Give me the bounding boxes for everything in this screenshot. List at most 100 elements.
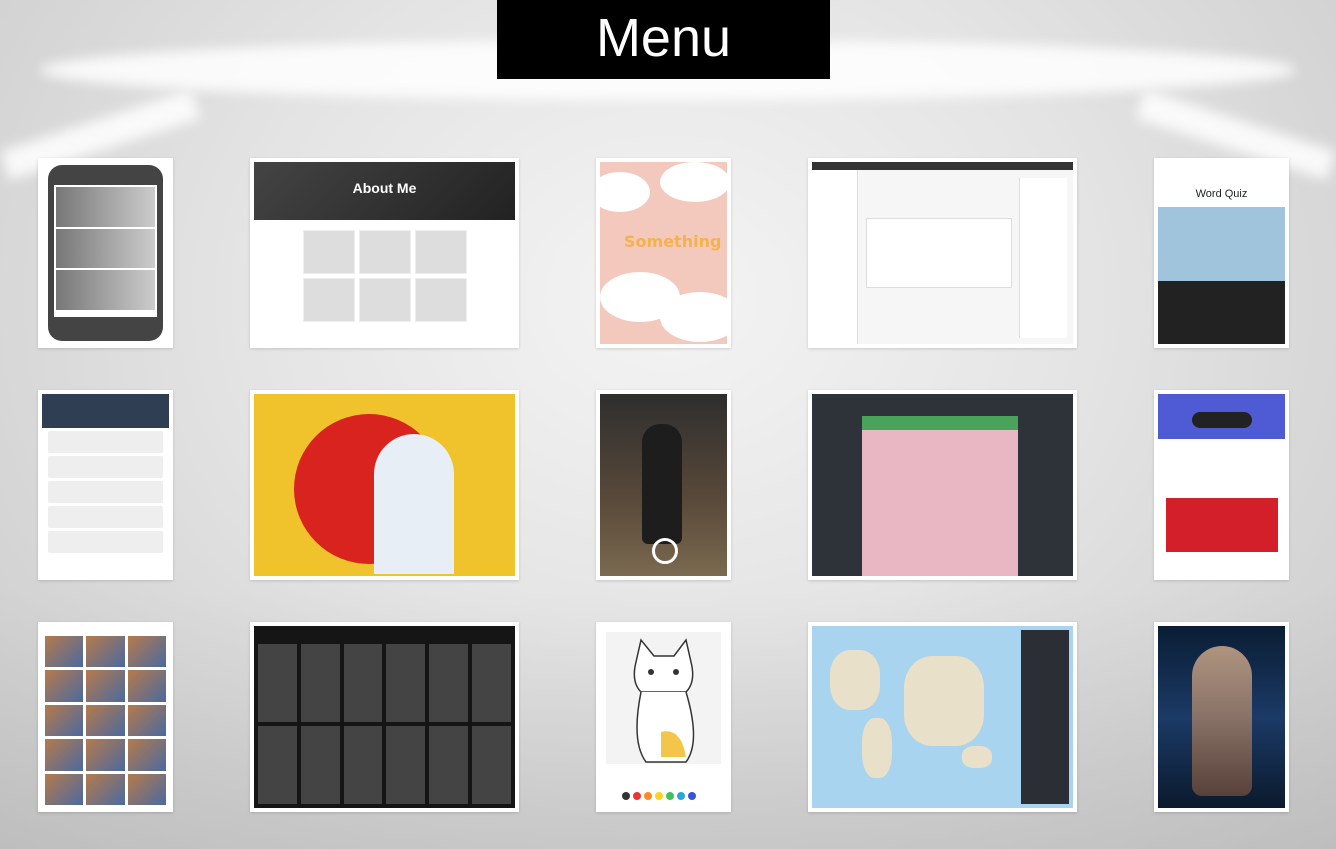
grid-tile (302, 278, 355, 322)
video-thumb (86, 739, 125, 771)
something-label: Something (624, 232, 722, 251)
word-quiz-thumbnail: Word Quiz (1158, 162, 1285, 344)
grid-card (258, 726, 297, 804)
dark-card-grid (254, 626, 515, 808)
video-thumb (127, 704, 166, 737)
grid-card (472, 644, 511, 722)
video-thumb (127, 670, 166, 702)
person-figure (1192, 646, 1252, 796)
color-swatch[interactable] (666, 792, 674, 800)
location-list (1021, 630, 1069, 804)
video-thumb (127, 773, 166, 805)
list-item (48, 456, 163, 478)
list-item (48, 506, 163, 528)
color-palette (622, 792, 696, 800)
game-3d-thumbnail (600, 394, 727, 576)
continent (904, 656, 984, 746)
color-swatch[interactable] (688, 792, 696, 800)
phone-row (56, 187, 155, 227)
food-ad-thumbnail (254, 394, 515, 576)
card-dashboard[interactable] (808, 158, 1077, 348)
video-thumb (86, 670, 125, 702)
card-car-sale[interactable] (1154, 390, 1289, 580)
color-swatch[interactable] (655, 792, 663, 800)
phone-frame (48, 165, 163, 341)
continent (962, 746, 992, 768)
phone-screen (54, 185, 157, 317)
keyword-image-grid (862, 430, 1018, 576)
about-me-hero: About Me (254, 162, 515, 220)
list-item (48, 431, 163, 453)
grid-tile (302, 230, 355, 274)
car-image (1192, 412, 1252, 428)
grid-card (429, 726, 469, 804)
about-me-grid (254, 220, 515, 322)
grid-card (386, 726, 426, 804)
keyword-thumbnail (812, 394, 1073, 576)
continent (830, 650, 880, 710)
grid-tile (414, 278, 467, 322)
card-about-me[interactable]: About Me (250, 158, 519, 348)
card-line[interactable] (38, 390, 173, 580)
grid-card (472, 726, 511, 804)
video-thumb (45, 670, 84, 702)
grid-card (343, 644, 383, 722)
drawing-canvas (606, 632, 721, 764)
card-keyword[interactable] (808, 390, 1077, 580)
card-dark-grid[interactable] (250, 622, 519, 812)
word-quiz-answers (1158, 281, 1285, 344)
cloud-shape (660, 292, 727, 342)
menu-title: Menu (497, 0, 830, 79)
line-header (42, 394, 169, 428)
video-grid-thumbnail (42, 626, 169, 808)
card-video-grid[interactable] (38, 622, 173, 812)
person-figure (374, 434, 454, 574)
video-thumb (86, 704, 125, 737)
cloud-shape (600, 172, 650, 212)
dark-grid-thumbnail (254, 626, 515, 808)
character-figure (642, 424, 682, 544)
reality-queen-thumbnail (1158, 626, 1285, 808)
card-game-3d[interactable] (596, 390, 731, 580)
card-reality-queen[interactable] (1154, 622, 1289, 812)
card-drawing[interactable] (596, 622, 731, 812)
keyword-tab-bar (862, 416, 1018, 430)
color-swatch[interactable] (622, 792, 630, 800)
video-thumb (86, 773, 125, 805)
car-sale-thumbnail (1158, 394, 1285, 576)
word-quiz-question (1158, 207, 1285, 281)
something-thumbnail: Something (600, 162, 727, 344)
card-phone-app[interactable] (38, 158, 173, 348)
card-world-map[interactable] (808, 622, 1077, 812)
card-word-quiz[interactable]: Word Quiz (1154, 158, 1289, 348)
card-food-ad[interactable] (250, 390, 519, 580)
dashboard-thumbnail (812, 162, 1073, 344)
list-item (48, 481, 163, 503)
drawing-thumbnail (600, 626, 727, 808)
joystick-icon (652, 538, 678, 564)
grid-card (258, 644, 297, 722)
video-thumb (127, 739, 166, 771)
dashboard-sidebar (812, 170, 858, 344)
grid-card (300, 726, 340, 804)
video-thumb (45, 773, 84, 805)
grid-tile (358, 230, 411, 274)
color-swatch[interactable] (633, 792, 641, 800)
video-grid (42, 626, 169, 808)
grid-card (429, 644, 469, 722)
grid-tile (414, 230, 467, 274)
video-thumb (45, 704, 84, 737)
cloud-shape (660, 162, 727, 202)
grid-card (300, 644, 340, 722)
card-something[interactable]: Something (596, 158, 731, 348)
color-swatch[interactable] (644, 792, 652, 800)
video-thumb (45, 739, 84, 771)
list-item (48, 531, 163, 553)
grid-card (386, 644, 426, 722)
dashboard-topbar (812, 162, 1073, 170)
dashboard-feed (1019, 178, 1067, 338)
color-swatch[interactable] (677, 792, 685, 800)
line-thumbnail (42, 394, 169, 576)
about-me-thumbnail: About Me (254, 162, 515, 344)
phone-row (56, 228, 155, 269)
